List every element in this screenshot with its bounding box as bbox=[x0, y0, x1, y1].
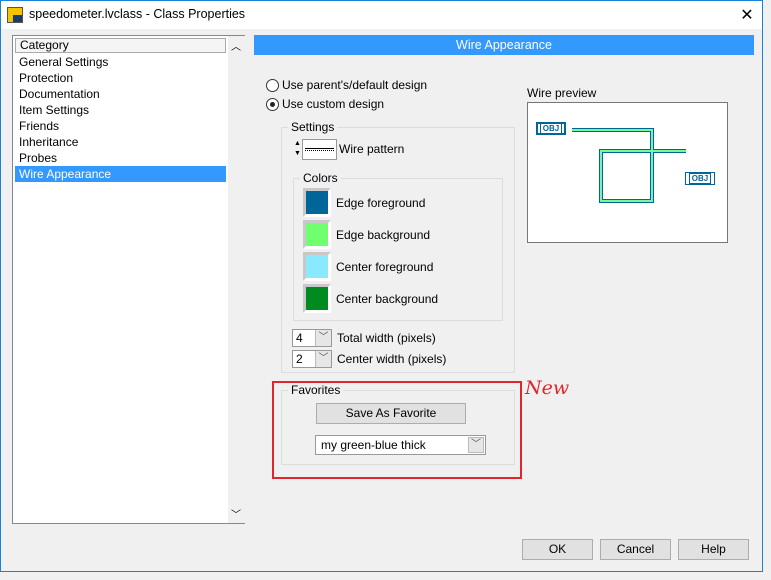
chevron-down-icon[interactable]: ﹀ bbox=[315, 330, 331, 346]
chevron-down-icon[interactable]: ﹀ bbox=[315, 351, 331, 367]
total-width-value: 4 bbox=[296, 331, 303, 345]
category-item-friends[interactable]: Friends bbox=[15, 118, 226, 134]
category-item-general-settings[interactable]: General Settings bbox=[15, 54, 226, 70]
help-button[interactable]: Help bbox=[678, 539, 749, 560]
ok-button[interactable]: OK bbox=[522, 539, 593, 560]
wire-pattern-spinner[interactable]: ▲ ▼ bbox=[294, 139, 301, 159]
title-bar: speedometer.lvclass - Class Properties ✕ bbox=[1, 1, 762, 29]
scroll-down-icon[interactable]: ﹀ bbox=[231, 506, 241, 521]
category-item-documentation[interactable]: Documentation bbox=[15, 86, 226, 102]
labview-app-icon bbox=[7, 7, 23, 23]
wire-preview-label: Wire preview bbox=[527, 86, 597, 100]
center-width-value: 2 bbox=[296, 352, 303, 366]
category-item-item-settings[interactable]: Item Settings bbox=[15, 102, 226, 118]
category-list[interactable]: Category General Settings Protection Doc… bbox=[12, 35, 245, 524]
wire-segment bbox=[572, 129, 686, 202]
center-foreground-label: Center foreground bbox=[336, 260, 434, 274]
wire-pattern-label: Wire pattern bbox=[339, 142, 405, 156]
radio-custom-label: Use custom design bbox=[282, 97, 385, 111]
category-item-probes[interactable]: Probes bbox=[15, 150, 226, 166]
radio-parent-design[interactable] bbox=[266, 79, 279, 92]
new-annotation: New bbox=[525, 377, 570, 399]
wire-preview: OBJ OBJ bbox=[527, 102, 728, 243]
class-properties-dialog: speedometer.lvclass - Class Properties ✕… bbox=[0, 0, 763, 572]
obj-terminal-sink: OBJ bbox=[685, 172, 715, 185]
radio-custom-design[interactable] bbox=[266, 98, 279, 111]
obj-terminal-source: OBJ bbox=[536, 122, 566, 135]
center-background-label: Center background bbox=[336, 292, 439, 306]
edge-foreground-label: Edge foreground bbox=[336, 196, 426, 210]
new-feature-highlight bbox=[272, 381, 522, 479]
scroll-up-icon[interactable]: ︿ bbox=[231, 38, 241, 53]
colors-label: Colors bbox=[300, 171, 341, 185]
settings-label: Settings bbox=[288, 120, 338, 134]
panel-title: Wire Appearance bbox=[254, 35, 754, 55]
center-foreground-swatch[interactable] bbox=[303, 252, 331, 281]
total-width-label: Total width (pixels) bbox=[337, 331, 436, 345]
category-item-protection[interactable]: Protection bbox=[15, 70, 226, 86]
wire-segment bbox=[572, 128, 686, 203]
edge-foreground-swatch[interactable] bbox=[303, 188, 331, 217]
total-width-select[interactable]: 4 ﹀ bbox=[292, 329, 332, 347]
center-width-label: Center width (pixels) bbox=[337, 352, 447, 366]
close-button[interactable]: ✕ bbox=[737, 5, 757, 25]
wire-segment bbox=[572, 129, 686, 202]
center-background-swatch[interactable] bbox=[303, 284, 331, 313]
edge-background-swatch[interactable] bbox=[303, 220, 331, 249]
cancel-button[interactable]: Cancel bbox=[600, 539, 671, 560]
wire-pattern-selector[interactable] bbox=[302, 139, 337, 160]
center-width-select[interactable]: 2 ﹀ bbox=[292, 350, 332, 368]
window-title: speedometer.lvclass - Class Properties bbox=[29, 7, 246, 21]
category-scrollbar[interactable]: ︿ ﹀ bbox=[228, 36, 245, 523]
category-header: Category bbox=[15, 38, 226, 53]
edge-background-label: Edge background bbox=[336, 228, 431, 242]
category-item-inheritance[interactable]: Inheritance bbox=[15, 134, 226, 150]
category-item-wire-appearance[interactable]: Wire Appearance bbox=[15, 166, 226, 182]
radio-parent-label: Use parent's/default design bbox=[282, 78, 428, 92]
